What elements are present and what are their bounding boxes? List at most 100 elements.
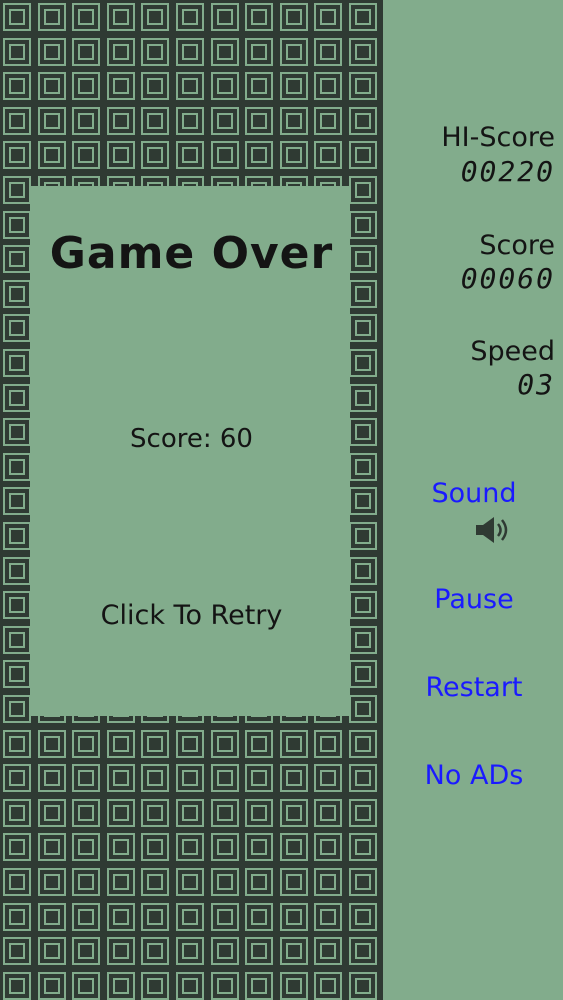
board-cell [174, 831, 206, 864]
board-cell [104, 70, 137, 103]
board-cell [174, 796, 206, 829]
board-cell [70, 762, 103, 795]
board-cell [347, 139, 379, 172]
board-cell [1, 693, 33, 725]
board-cell [104, 139, 137, 172]
board-cell [1, 485, 33, 518]
board-cell [174, 762, 206, 795]
board-cell [243, 1, 276, 33]
pause-button[interactable]: Pause [385, 584, 563, 615]
board-cell [312, 866, 345, 898]
board-cell [277, 70, 310, 103]
board-cell [347, 969, 379, 1000]
board-cell [35, 139, 68, 172]
board-cell [347, 35, 379, 68]
board-cell [104, 935, 137, 968]
board-cell [104, 866, 137, 898]
board-cell [70, 727, 103, 760]
board-cell [1, 831, 33, 864]
board-cell [35, 796, 68, 829]
board-cell [312, 796, 345, 829]
board-cell [277, 900, 310, 933]
board-cell [312, 1, 345, 33]
board-cell [277, 727, 310, 760]
board-cell [35, 831, 68, 864]
board-cell [208, 796, 241, 829]
board-cell [347, 347, 379, 379]
board-cell [139, 762, 172, 795]
board-cell [347, 866, 379, 898]
board-cell [277, 139, 310, 172]
board-cell [277, 935, 310, 968]
board-cell [139, 969, 172, 1000]
board-cell [277, 35, 310, 68]
board-cell [1, 658, 33, 691]
board-cell [104, 762, 137, 795]
board-cell [35, 969, 68, 1000]
board-cell [347, 70, 379, 103]
board-cell [347, 727, 379, 760]
speaker-icon[interactable] [474, 514, 516, 546]
retry-button[interactable]: Click To Retry [0, 600, 383, 631]
board-cell [347, 935, 379, 968]
no-ads-button[interactable]: No ADs [385, 760, 563, 791]
board-cell [1, 35, 33, 68]
board-cell [1, 935, 33, 968]
hi-score-label: HI-Score [441, 122, 555, 153]
board-cell [104, 727, 137, 760]
board-cell [35, 1, 68, 33]
board-cell [277, 831, 310, 864]
board-cell [1, 727, 33, 760]
board-cell [208, 900, 241, 933]
speed-value: 03 [517, 368, 555, 401]
board-cell [35, 935, 68, 968]
game-over-title: Game Over [49, 228, 334, 279]
board-cell [347, 312, 379, 345]
board-cell [1, 796, 33, 829]
board-cell [139, 866, 172, 898]
board-cell [70, 70, 103, 103]
board-cell [1, 866, 33, 898]
board-cell [1, 381, 33, 414]
board-cell [312, 900, 345, 933]
board-cell [243, 969, 276, 1000]
restart-button[interactable]: Restart [385, 672, 563, 703]
board-cell [208, 727, 241, 760]
board-cell [1, 174, 33, 206]
board-cell [139, 727, 172, 760]
board-cell [1, 554, 33, 587]
board-cell [35, 866, 68, 898]
board-cell [243, 900, 276, 933]
board-cell [174, 70, 206, 103]
board-cell [347, 658, 379, 691]
board-cell [139, 900, 172, 933]
board-cell [35, 35, 68, 68]
board-cell [243, 866, 276, 898]
board-cell [174, 104, 206, 137]
board-cell [208, 104, 241, 137]
board-cell [139, 796, 172, 829]
board-cell [208, 831, 241, 864]
board-cell [1, 104, 33, 137]
board-cell [174, 1, 206, 33]
board-cell [1, 277, 33, 310]
board-cell [139, 831, 172, 864]
board-cell [277, 104, 310, 137]
board-cell [347, 174, 379, 206]
board-cell [208, 139, 241, 172]
board-cell [312, 831, 345, 864]
board-cell [1, 1, 33, 33]
sound-button[interactable]: Sound [385, 478, 563, 509]
board-cell [174, 935, 206, 968]
board-cell [243, 935, 276, 968]
score-label: Score [479, 230, 555, 261]
board-cell [1, 900, 33, 933]
board-cell [104, 104, 137, 137]
board-cell [243, 35, 276, 68]
board-cell [70, 139, 103, 172]
board-cell [1, 762, 33, 795]
board-cell [70, 866, 103, 898]
board-cell [312, 104, 345, 137]
score-value: 00060 [460, 262, 555, 295]
board-cell [208, 70, 241, 103]
